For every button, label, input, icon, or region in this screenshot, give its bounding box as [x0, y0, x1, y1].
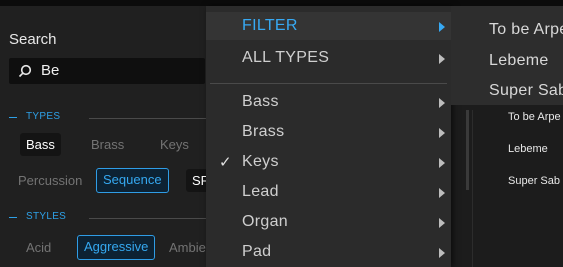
menu-item-label: FILTER: [242, 17, 298, 34]
submenu-arrow-icon: [439, 158, 445, 168]
types-section-header[interactable]: TYPES: [9, 111, 214, 125]
types-header-label: TYPES: [26, 111, 61, 122]
menu-item-label: Lead: [242, 183, 279, 200]
menu-item-lead[interactable]: Lead: [206, 178, 451, 206]
menu-item-bass[interactable]: Bass: [206, 88, 451, 116]
filter-submenu: To be Arpe Lebeme Super Sab: [451, 6, 563, 105]
styles-header-label: STYLES: [26, 211, 67, 222]
type-chip-brass[interactable]: Brass: [85, 133, 130, 156]
submenu-arrow-icon: [439, 22, 445, 32]
menu-item-organ[interactable]: Organ: [206, 208, 451, 236]
submenu-arrow-icon: [439, 128, 445, 138]
menu-item-all-types[interactable]: ALL TYPES: [206, 44, 451, 72]
search-input[interactable]: Be: [9, 58, 205, 84]
result-item[interactable]: To be Arpe: [508, 111, 561, 123]
results-scrollbar[interactable]: [466, 110, 469, 190]
search-icon: [18, 64, 32, 78]
submenu-item[interactable]: Super Sab: [489, 82, 563, 100]
style-chip-ambient[interactable]: Ambie: [163, 236, 212, 259]
type-chip-percussion[interactable]: Percussion: [12, 169, 88, 192]
type-chip-sequence[interactable]: Sequence: [96, 168, 169, 193]
menu-item-label: ALL TYPES: [242, 49, 330, 66]
menu-item-label: Keys: [242, 153, 279, 170]
submenu-arrow-icon: [439, 98, 445, 108]
column-divider: [472, 110, 473, 267]
divider: [89, 218, 214, 219]
menu-item-label: Bass: [242, 93, 279, 110]
menu-separator: [210, 83, 447, 84]
collapse-icon: [9, 117, 17, 118]
filter-menu: FILTER ALL TYPES Bass Brass ✓ Keys Lead …: [206, 6, 451, 267]
search-value: Be: [41, 62, 60, 79]
menu-item-brass[interactable]: Brass: [206, 118, 451, 146]
style-chip-aggressive[interactable]: Aggressive: [77, 235, 156, 260]
submenu-arrow-icon: [439, 54, 445, 64]
menu-item-label: Pad: [242, 243, 272, 260]
checkmark-icon: ✓: [219, 154, 232, 171]
result-item[interactable]: Super Sab: [508, 175, 560, 187]
submenu-arrow-icon: [439, 188, 445, 198]
type-chip-bass[interactable]: Bass: [20, 133, 61, 156]
submenu-arrow-icon: [439, 248, 445, 258]
styles-section-header[interactable]: STYLES: [9, 211, 214, 225]
submenu-item[interactable]: To be Arpe: [489, 21, 563, 39]
style-chip-acid[interactable]: Acid: [20, 236, 57, 259]
collapse-icon: [9, 217, 17, 218]
submenu-item[interactable]: Lebeme: [489, 52, 549, 70]
divider: [89, 118, 214, 119]
menu-item-keys[interactable]: ✓ Keys: [206, 148, 451, 176]
submenu-arrow-icon: [439, 218, 445, 228]
menu-item-filter[interactable]: FILTER: [206, 12, 451, 40]
search-label: Search: [9, 31, 57, 48]
menu-item-pad[interactable]: Pad: [206, 238, 451, 266]
result-item[interactable]: Lebeme: [508, 143, 548, 155]
menu-item-label: Brass: [242, 123, 285, 140]
menu-item-label: Organ: [242, 213, 288, 230]
type-chip-keys[interactable]: Keys: [154, 133, 195, 156]
